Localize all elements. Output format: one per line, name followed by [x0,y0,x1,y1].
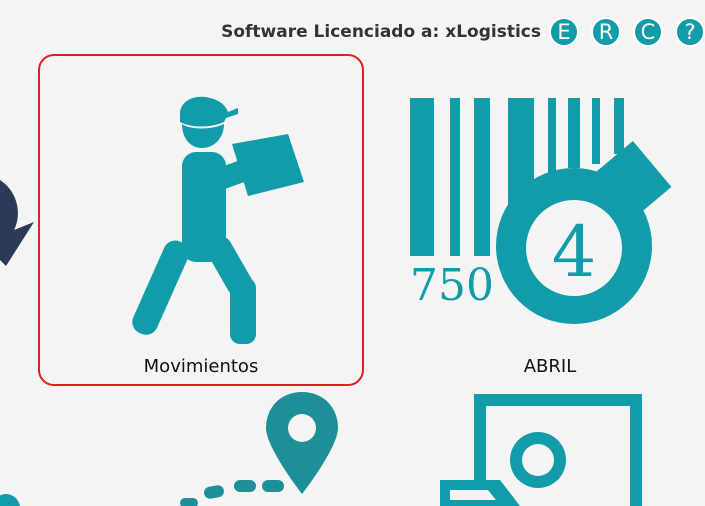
tile-label: ABRIL [523,356,577,377]
c-button[interactable]: C [633,17,663,47]
help-button[interactable]: ? [675,17,705,47]
tile-abril[interactable]: 750 4 ABRIL [390,54,705,386]
barcode-tag-icon: 750 4 [410,98,672,324]
tag-number: 4 [552,211,597,293]
route-pin-icon [0,392,338,506]
e-button[interactable]: E [549,17,579,47]
delivery-person-icon [132,96,304,344]
partial-arrow-icon [0,180,34,266]
tile-movimientos[interactable]: Movimientos [38,54,364,386]
tile-label: Movimientos [143,356,259,377]
barcode-number: 750 [410,260,494,311]
document-icon [440,394,642,506]
license-text: Software Licenciado a: xLogistics [221,22,541,42]
top-bar: Software Licenciado a: xLogistics E R C … [221,14,705,50]
r-button[interactable]: R [591,17,621,47]
